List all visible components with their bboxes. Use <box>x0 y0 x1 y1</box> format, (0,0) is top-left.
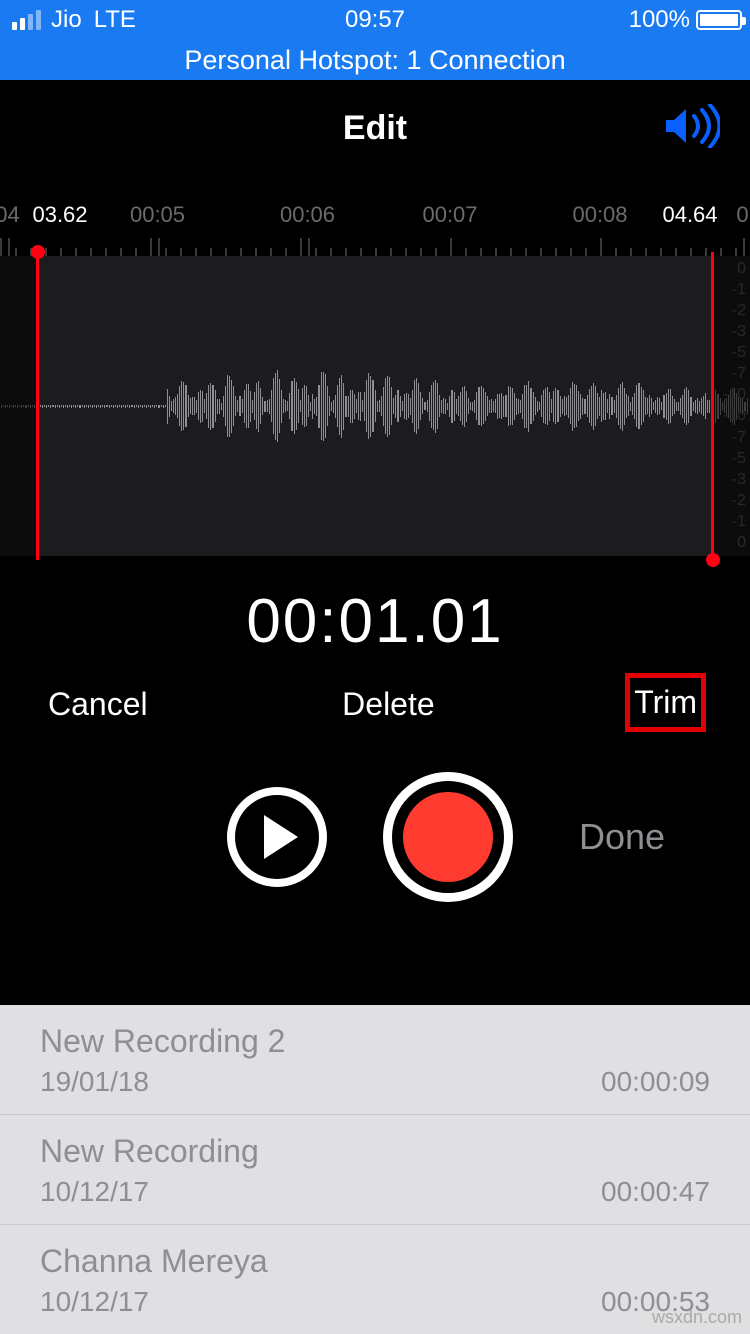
status-time: 09:57 <box>0 6 750 34</box>
record-button[interactable] <box>383 772 513 902</box>
recording-title: New Recording <box>40 1133 710 1170</box>
recording-date: 19/01/18 <box>40 1066 149 1098</box>
recording-title: Channa Mereya <box>40 1243 710 1280</box>
timeline-ruler[interactable]: 0403.6200:0500:0600:0700:0804.640 <box>0 176 750 256</box>
recording-duration: 00:00:09 <box>601 1066 710 1098</box>
record-icon <box>398 787 498 887</box>
list-item[interactable]: Channa Mereya 10/12/17 00:00:53 <box>0 1225 750 1334</box>
recording-title: New Recording 2 <box>40 1023 710 1060</box>
speaker-icon[interactable] <box>664 104 720 153</box>
recordings-list: New Recording 2 19/01/18 00:00:09 New Re… <box>0 1005 750 1334</box>
page-title: Edit <box>343 109 407 148</box>
recording-date: 10/12/17 <box>40 1176 149 1208</box>
waveform[interactable]: 0-1-2-3-5-7-10-10-7-5-3-2-10 <box>0 256 750 556</box>
hotspot-banner[interactable]: Personal Hotspot: 1 Connection <box>0 40 750 80</box>
list-item[interactable]: New Recording 10/12/17 00:00:47 <box>0 1115 750 1225</box>
play-icon <box>264 815 298 859</box>
recording-date: 10/12/17 <box>40 1286 149 1318</box>
nav-bar: Edit <box>0 80 750 176</box>
transport-controls: Done <box>0 734 750 936</box>
status-bar: Jio LTE 09:57 100% Personal Hotspot: 1 C… <box>0 0 750 80</box>
list-item[interactable]: New Recording 2 19/01/18 00:00:09 <box>0 1005 750 1115</box>
trim-button[interactable]: Trim <box>625 673 706 732</box>
trim-handle-end[interactable] <box>711 252 714 560</box>
trim-handle-start[interactable] <box>36 252 39 560</box>
cancel-button[interactable]: Cancel <box>44 680 152 729</box>
watermark: wsxdn.com <box>652 1307 742 1328</box>
delete-button[interactable]: Delete <box>338 680 439 729</box>
time-readout: 00:01.01 <box>0 556 750 675</box>
play-button[interactable] <box>227 787 327 887</box>
done-button[interactable]: Done <box>579 816 679 858</box>
edit-actions: Cancel Delete Trim <box>0 675 750 734</box>
recording-duration: 00:00:47 <box>601 1176 710 1208</box>
battery-icon <box>696 10 742 30</box>
